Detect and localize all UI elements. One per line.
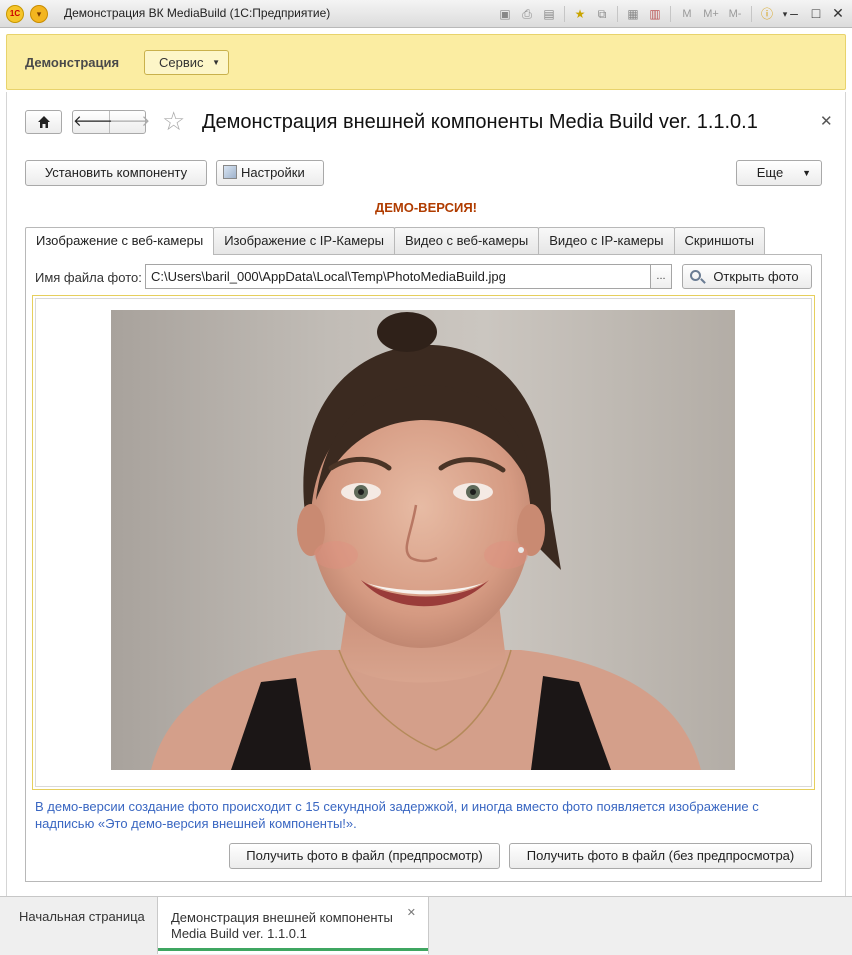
save-icon[interactable]: ▣ bbox=[496, 5, 514, 23]
open-photo-label: Открыть фото bbox=[713, 269, 799, 284]
open-photo-button[interactable]: Открыть фото bbox=[682, 264, 812, 289]
file-pick-button[interactable]: ... bbox=[650, 264, 672, 289]
file-name-input[interactable]: C:\Users\baril_000\AppData\Local\Temp\Ph… bbox=[145, 264, 651, 289]
active-window-underline bbox=[158, 948, 428, 951]
maximize-icon[interactable]: □ bbox=[808, 4, 824, 22]
service-button[interactable]: Сервис ▼ bbox=[144, 50, 229, 75]
file-name-label: Имя файла фото: bbox=[35, 270, 142, 285]
settings-button[interactable]: Настройки bbox=[216, 160, 324, 186]
toolbar-separator bbox=[751, 6, 752, 22]
chevron-down-icon: ▼ bbox=[802, 168, 811, 178]
settings-icon bbox=[223, 165, 237, 179]
demo-version-label: ДЕМО-ВЕРСИЯ! bbox=[374, 200, 477, 215]
more-button-label: Еще bbox=[756, 165, 784, 180]
favorites-icon[interactable]: ★ bbox=[571, 5, 589, 23]
section-panel: Демонстрация Сервис ▼ bbox=[6, 34, 846, 90]
get-photo-preview-button[interactable]: Получить фото в файл (предпросмотр) bbox=[229, 843, 500, 869]
chevron-down-icon: ▼ bbox=[212, 58, 220, 67]
window-title: Демонстрация ВК MediaBuild (1С:Предприят… bbox=[64, 6, 331, 20]
more-button[interactable]: Еще ▼ bbox=[736, 160, 822, 186]
demo-info-text: В демо-версии создание фото происходит с… bbox=[35, 799, 759, 831]
get-photo-no-preview-button[interactable]: Получить фото в файл (без предпросмотра) bbox=[509, 843, 812, 869]
toolbar-separator bbox=[670, 6, 671, 22]
link-icon[interactable]: ⧉ bbox=[593, 5, 611, 23]
section-title[interactable]: Демонстрация bbox=[25, 55, 119, 70]
calculator-icon[interactable]: ▦ bbox=[624, 5, 642, 23]
app-logo-icon[interactable]: 1С bbox=[6, 5, 24, 23]
home-icon bbox=[37, 116, 50, 128]
tab-ip-camera-video[interactable]: Видео с IP-камеры bbox=[538, 227, 675, 254]
history-navigation: 🡐 🡒 bbox=[72, 110, 150, 134]
main-menu-icon[interactable]: ▾ bbox=[30, 5, 48, 23]
title-bar: 1С ▾ Демонстрация ВК MediaBuild (1С:Пред… bbox=[0, 0, 852, 28]
forward-arrow-icon[interactable]: 🡒 bbox=[110, 111, 150, 133]
webcam-photo bbox=[111, 310, 735, 770]
portrait-image bbox=[151, 312, 701, 770]
magnifier-icon bbox=[690, 270, 701, 281]
open-windows-bar: Начальная страница Демонстрация внешней … bbox=[0, 896, 852, 955]
close-window-icon[interactable]: ✕ bbox=[830, 4, 846, 22]
info-icon[interactable]: ⓘ bbox=[758, 5, 776, 23]
active-window-title-line2: Media Build ver. 1.1.0.1 bbox=[171, 926, 307, 941]
memory-m-icon[interactable]: M bbox=[677, 5, 697, 23]
service-button-label: Сервис bbox=[159, 55, 204, 70]
favorite-star-icon[interactable]: ☆ bbox=[162, 107, 185, 135]
tab-screenshots[interactable]: Скриншоты bbox=[673, 227, 765, 254]
window-controls: – □ ✕ bbox=[786, 4, 846, 22]
start-page-tab[interactable]: Начальная страница bbox=[6, 897, 157, 954]
active-window-title-line1: Демонстрация внешней компоненты bbox=[171, 910, 393, 925]
tab-bar: Изображение с веб-камеры Изображение с I… bbox=[25, 227, 765, 255]
close-tab-icon[interactable]: ✕ bbox=[407, 905, 416, 921]
settings-button-label: Настройки bbox=[241, 165, 305, 180]
memory-minus-icon[interactable]: M- bbox=[725, 5, 745, 23]
install-component-button[interactable]: Установить компоненту bbox=[25, 160, 207, 186]
toolbar-separator bbox=[617, 6, 618, 22]
tab-ip-camera-image[interactable]: Изображение с IP-Камеры bbox=[213, 227, 395, 254]
tab-webcam-image[interactable]: Изображение с веб-камеры bbox=[25, 227, 215, 255]
title-toolbar: ▣ ⎙ ▤ ★ ⧉ ▦ ▥ M M+ M- ⓘ ▾ bbox=[496, 4, 790, 24]
minimize-icon[interactable]: – bbox=[786, 4, 802, 22]
tab-webcam-video[interactable]: Видео с веб-камеры bbox=[393, 227, 540, 254]
toolbar-separator bbox=[564, 6, 565, 22]
calendar-icon[interactable]: ▥ bbox=[646, 5, 664, 23]
print-icon[interactable]: ⎙ bbox=[518, 5, 536, 23]
back-arrow-icon[interactable]: 🡐 bbox=[73, 111, 113, 133]
preview-icon[interactable]: ▤ bbox=[540, 5, 558, 23]
form-title: Демонстрация внешней компоненты Media Bu… bbox=[202, 111, 758, 133]
memory-plus-icon[interactable]: M+ bbox=[701, 5, 721, 23]
active-window-tab[interactable]: Демонстрация внешней компоненты Media Bu… bbox=[157, 897, 429, 954]
home-button[interactable] bbox=[25, 110, 62, 134]
close-form-icon[interactable]: ✕ bbox=[820, 112, 833, 130]
